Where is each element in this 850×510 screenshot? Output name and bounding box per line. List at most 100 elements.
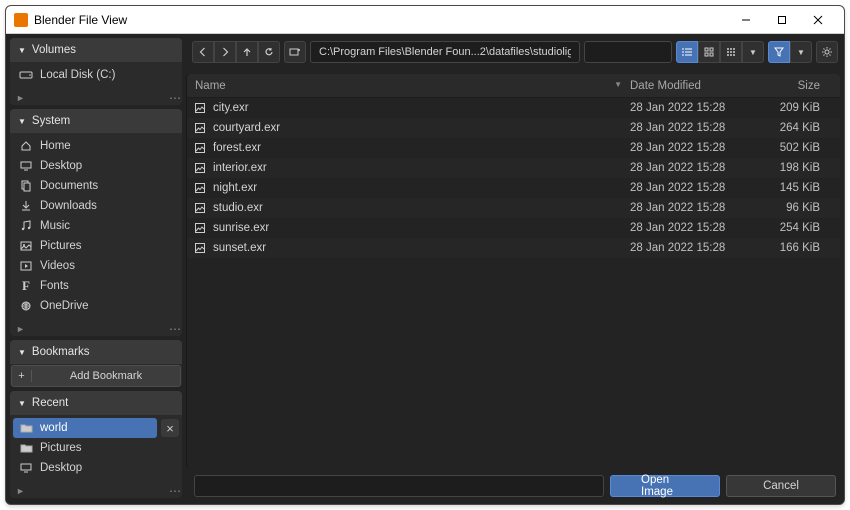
view-options-dropdown[interactable]: ▼ [742, 41, 764, 63]
sidebar-item-label: Pictures [40, 442, 82, 454]
sidebar-item-label: OneDrive [40, 300, 89, 312]
sidebar-item[interactable]: Pictures [13, 438, 179, 458]
column-date[interactable]: Date Modified [630, 80, 760, 92]
view-grid-button[interactable] [720, 41, 742, 63]
desktop-icon [19, 159, 33, 173]
sidebar-item[interactable]: Documents [13, 176, 179, 196]
sidebar-item-label: world [40, 422, 67, 434]
sidebar-item-label: Downloads [40, 200, 97, 212]
drive-icon [19, 68, 33, 82]
close-button[interactable] [800, 6, 836, 33]
sidebar-item[interactable]: OneDrive [13, 296, 179, 316]
sidebar-item[interactable]: Videos [13, 256, 179, 276]
ellipsis[interactable]: ►⋯ [10, 484, 182, 498]
file-list[interactable]: city.exr28 Jan 2022 15:28209 KiBcourtyar… [187, 98, 840, 468]
sidebar-item[interactable]: Desktop [13, 156, 179, 176]
file-name: interior.exr [213, 162, 267, 174]
window-title: Blender File View [34, 13, 728, 27]
cloud-icon [19, 299, 33, 313]
file-row[interactable]: courtyard.exr28 Jan 2022 15:28264 KiB [187, 118, 840, 138]
chevron-down-icon: ▼ [18, 348, 26, 357]
footer: Open Image Cancel [186, 468, 844, 504]
sidebar-item[interactable]: Home [13, 136, 179, 156]
sidebar-item-label: Fonts [40, 280, 69, 292]
filename-input[interactable] [194, 475, 604, 497]
chevron-down-icon: ▼ [18, 46, 26, 55]
volumes-header[interactable]: ▼ Volumes [10, 38, 182, 62]
sidebar-item[interactable]: Music [13, 216, 179, 236]
image-file-icon [193, 222, 207, 234]
sidebar-item[interactable]: Downloads [13, 196, 179, 216]
file-list-view: Name▼ Date Modified Size city.exr28 Jan … [186, 74, 840, 468]
sidebar-item[interactable]: Desktop [13, 458, 179, 478]
up-button[interactable] [236, 41, 258, 63]
bookmarks-header[interactable]: ▼ Bookmarks [10, 340, 182, 364]
filter-button[interactable] [768, 41, 790, 63]
file-row[interactable]: studio.exr28 Jan 2022 15:2896 KiB [187, 198, 840, 218]
file-row[interactable]: night.exr28 Jan 2022 15:28145 KiB [187, 178, 840, 198]
column-size[interactable]: Size [760, 80, 830, 92]
folder-icon [19, 421, 33, 435]
ellipsis[interactable]: ►⋯ [10, 322, 182, 336]
sidebar-item[interactable]: F Fonts [13, 276, 179, 296]
toolbar: ▼ ▼ [186, 34, 844, 70]
file-date: 28 Jan 2022 15:28 [630, 222, 760, 234]
add-bookmark-label: Add Bookmark [32, 370, 180, 382]
filter-dropdown[interactable]: ▼ [790, 41, 812, 63]
fonts-icon: F [19, 279, 33, 293]
sidebar: ▼ Volumes Local Disk (C:) ►⋯ ▼ System Ho… [6, 34, 186, 504]
recent-header[interactable]: ▼ Recent [10, 391, 182, 415]
sidebar-item[interactable]: Pictures [13, 236, 179, 256]
sidebar-item-label: Videos [40, 260, 75, 272]
file-row[interactable]: interior.exr28 Jan 2022 15:28198 KiB [187, 158, 840, 178]
download-icon [19, 199, 33, 213]
path-input[interactable] [310, 41, 580, 63]
system-header[interactable]: ▼ System [10, 109, 182, 133]
view-list-button[interactable] [676, 41, 698, 63]
videos-icon [19, 259, 33, 273]
open-button[interactable]: Open Image [610, 475, 720, 497]
image-file-icon [193, 202, 207, 214]
bookmarks-panel: ▼ Bookmarks + Add Bookmark [10, 340, 182, 387]
file-name: courtyard.exr [213, 122, 280, 134]
view-details-button[interactable] [698, 41, 720, 63]
settings-button[interactable] [816, 41, 838, 63]
file-size: 145 KiB [760, 182, 830, 194]
column-name[interactable]: Name▼ [187, 80, 630, 92]
chevron-down-icon: ▼ [18, 399, 26, 408]
file-row[interactable]: sunrise.exr28 Jan 2022 15:28254 KiB [187, 218, 840, 238]
clear-recent-button[interactable]: × [161, 419, 179, 437]
volumes-panel: ▼ Volumes Local Disk (C:) ►⋯ [10, 38, 182, 105]
add-bookmark-button[interactable]: + Add Bookmark [11, 365, 181, 387]
back-button[interactable] [192, 41, 214, 63]
file-dialog-window: Blender File View ▼ Volumes Local Disk (… [5, 5, 845, 505]
file-row[interactable]: forest.exr28 Jan 2022 15:28502 KiB [187, 138, 840, 158]
image-file-icon [193, 182, 207, 194]
file-name: city.exr [213, 102, 249, 114]
chevron-down-icon: ▼ [18, 117, 26, 126]
column-headers: Name▼ Date Modified Size [187, 74, 840, 98]
file-size: 96 KiB [760, 202, 830, 214]
file-row[interactable]: sunset.exr28 Jan 2022 15:28166 KiB [187, 238, 840, 258]
search-input[interactable] [584, 41, 672, 63]
docs-icon [19, 179, 33, 193]
dialog-body: ▼ Volumes Local Disk (C:) ►⋯ ▼ System Ho… [6, 34, 844, 504]
minimize-button[interactable] [728, 6, 764, 33]
file-name: sunset.exr [213, 242, 266, 254]
home-icon [19, 139, 33, 153]
file-name: forest.exr [213, 142, 261, 154]
ellipsis[interactable]: ►⋯ [10, 91, 182, 105]
file-name: night.exr [213, 182, 257, 194]
sidebar-item-label: Local Disk (C:) [40, 69, 115, 81]
file-date: 28 Jan 2022 15:28 [630, 202, 760, 214]
maximize-button[interactable] [764, 6, 800, 33]
sidebar-item[interactable]: world [13, 418, 157, 438]
refresh-button[interactable] [258, 41, 280, 63]
new-folder-button[interactable] [284, 41, 306, 63]
titlebar[interactable]: Blender File View [6, 6, 844, 34]
file-row[interactable]: city.exr28 Jan 2022 15:28209 KiB [187, 98, 840, 118]
sidebar-item[interactable]: Local Disk (C:) [13, 65, 179, 85]
cancel-button[interactable]: Cancel [726, 475, 836, 497]
volumes-label: Volumes [32, 44, 76, 56]
forward-button[interactable] [214, 41, 236, 63]
